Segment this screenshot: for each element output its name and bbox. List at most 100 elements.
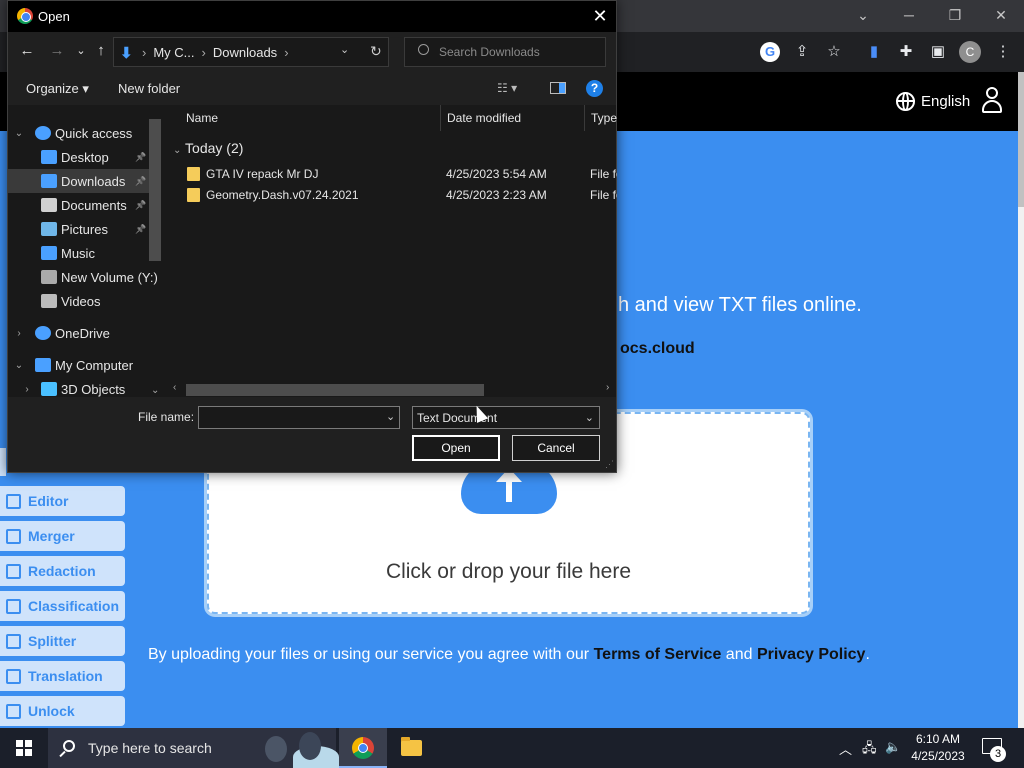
language-switcher[interactable]: English — [896, 87, 970, 115]
nav-item-pictures[interactable]: Pictures 📌 — [8, 217, 150, 241]
chevron-down-icon: ⌄ — [584, 412, 594, 424]
expand-chevron-icon[interactable]: › — [21, 384, 33, 395]
nav-item-onedrive[interactable]: › OneDrive — [8, 321, 150, 345]
tool-button-editor[interactable]: Editor — [0, 486, 125, 516]
open-button[interactable]: Open — [412, 435, 500, 461]
taskbar-search-box[interactable]: Type here to search — [48, 728, 339, 768]
address-dropdown-icon[interactable]: ⌄ — [340, 43, 349, 56]
file-row[interactable]: GTA IV repack Mr DJ 4/25/2023 5:54 AM File… — [181, 164, 617, 184]
column-header-date-modified[interactable]: Date modified — [447, 111, 521, 125]
scrollbar-thumb[interactable] — [1018, 72, 1024, 207]
column-divider[interactable] — [440, 105, 441, 131]
view-options-icon[interactable]: ☷ ▾ — [497, 81, 517, 95]
pin-icon: 📌 — [135, 223, 147, 234]
file-list-pane: Name Date modified Type ⌄ Today (2) GTA … — [165, 105, 617, 397]
horizontal-scrollbar-thumb[interactable] — [186, 384, 484, 396]
new-folder-button[interactable]: New folder — [118, 81, 180, 96]
scroll-down-icon[interactable]: ⌄ — [151, 385, 159, 396]
nav-item-my-computer[interactable]: ⌄ My Computer — [8, 353, 150, 377]
search-input[interactable] — [439, 43, 599, 61]
3d-objects-icon — [41, 382, 57, 396]
bookmark-star-icon[interactable]: ☆ — [824, 42, 844, 62]
file-type-select[interactable]: Text Document ⌄ — [412, 406, 600, 429]
side-panel-icon[interactable]: ▣ — [928, 42, 948, 62]
group-label: Today (2) — [185, 140, 244, 156]
chevron-up-icon[interactable]: ︿ — [839, 739, 852, 758]
google-icon[interactable]: G — [760, 42, 780, 62]
dialog-close-button[interactable]: ✕ — [586, 3, 614, 29]
nav-item-downloads[interactable]: Downloads 📌 — [8, 169, 150, 193]
page-scrollbar[interactable] — [1018, 72, 1024, 728]
help-icon[interactable]: ? — [586, 80, 603, 97]
nav-item-music[interactable]: Music — [8, 241, 150, 265]
nav-item-3d-objects[interactable]: › 3D Objects — [8, 377, 150, 397]
dialog-command-bar: Organize ▾ New folder ☷ ▾ ? — [8, 72, 616, 105]
preview-pane-icon[interactable] — [550, 82, 566, 94]
file-name-dropdown-icon[interactable]: ⌄ — [386, 410, 395, 423]
profile-avatar[interactable]: C — [959, 41, 981, 63]
privacy-policy-link[interactable]: Privacy Policy — [757, 646, 866, 663]
music-icon — [41, 246, 57, 260]
taskbar-file-explorer-button[interactable] — [387, 728, 435, 768]
nav-item-documents[interactable]: Documents 📌 — [8, 193, 150, 217]
tool-button-translation[interactable]: Translation — [0, 661, 125, 691]
extension-docs-icon[interactable]: ▮ — [864, 42, 884, 62]
extensions-puzzle-icon[interactable]: ✚ — [896, 42, 916, 62]
nav-item-videos[interactable]: Videos — [8, 289, 150, 313]
recent-locations-icon[interactable]: ⌄ — [70, 40, 92, 62]
column-header-type[interactable]: Type — [591, 111, 617, 125]
network-icon[interactable]: 🖧 — [862, 739, 877, 761]
forward-arrow-icon[interactable]: → — [46, 40, 68, 62]
resize-grip-icon[interactable]: ⋰ — [605, 459, 614, 470]
nav-item-desktop[interactable]: Desktop 📌 — [8, 145, 150, 169]
address-bar[interactable]: ⬇ › My C... › Downloads › ⌄ ↻ — [113, 37, 389, 67]
tool-button-splitter[interactable]: Splitter — [0, 626, 125, 656]
back-arrow-icon[interactable]: ← — [16, 40, 38, 62]
tool-button-classification[interactable]: Classification — [0, 591, 125, 621]
breadcrumb-downloads[interactable]: Downloads — [213, 45, 277, 60]
tool-button-partial[interactable] — [0, 448, 6, 476]
collapse-chevron-icon[interactable]: ⌄ — [13, 128, 25, 139]
close-window-button[interactable]: ✕ — [978, 0, 1024, 32]
restore-button[interactable]: ❐ — [932, 0, 978, 32]
nav-item-label: OneDrive — [55, 325, 110, 341]
kebab-menu-icon[interactable]: ⋮ — [993, 42, 1013, 62]
column-divider[interactable] — [584, 105, 585, 131]
tool-button-merger[interactable]: Merger — [0, 521, 125, 551]
breadcrumb-my-computer[interactable]: My C... — [153, 45, 194, 60]
share-icon[interactable]: ⇪ — [792, 42, 812, 62]
start-button[interactable] — [0, 728, 48, 768]
expand-chevron-icon[interactable]: › — [13, 328, 25, 339]
drive-icon — [41, 270, 57, 284]
nav-item-quick-access[interactable]: ⌄ Quick access — [8, 121, 150, 145]
scroll-right-icon[interactable]: › — [606, 382, 609, 393]
taskbar-chrome-button[interactable] — [339, 728, 387, 768]
terms-of-service-link[interactable]: Terms of Service — [594, 646, 722, 663]
column-header-name[interactable]: Name — [186, 111, 218, 125]
group-header-today[interactable]: ⌄ Today (2) — [173, 140, 243, 156]
refresh-icon[interactable]: ↻ — [370, 43, 382, 60]
search-box[interactable] — [404, 37, 606, 67]
tool-label: Unlock — [28, 703, 75, 719]
scroll-left-icon[interactable]: ‹ — [173, 382, 176, 393]
organize-button[interactable]: Organize ▾ — [26, 81, 89, 97]
clock[interactable]: 6:10 AM 4/25/2023 — [907, 731, 969, 765]
volume-icon[interactable]: 🔈 — [885, 739, 901, 755]
navigation-pane-scrollbar[interactable] — [149, 119, 161, 261]
desktop-icon — [41, 150, 57, 164]
user-account-icon[interactable] — [981, 87, 1003, 115]
cancel-button[interactable]: Cancel — [512, 435, 600, 461]
up-arrow-icon[interactable]: ↑ — [90, 40, 112, 62]
collapse-chevron-icon[interactable]: ⌄ — [13, 360, 25, 371]
splitter-tool-icon — [6, 633, 21, 649]
tab-search-button[interactable]: ⌄ — [840, 0, 886, 32]
nav-item-new-volume-y[interactable]: New Volume (Y:) — [8, 265, 158, 289]
file-row[interactable]: Geometry.Dash.v07.24.2021 4/25/2023 2:23 … — [181, 185, 617, 205]
drop-zone-text: Click or drop your file here — [385, 560, 632, 583]
minimize-button[interactable]: ─ — [886, 0, 932, 32]
horizontal-scrollbar[interactable]: ‹ › — [165, 381, 616, 397]
tool-button-redaction[interactable]: Redaction — [0, 556, 125, 586]
file-name-input[interactable] — [198, 406, 400, 429]
tool-button-unlock[interactable]: Unlock — [0, 696, 125, 726]
breadcrumb-separator: › — [142, 45, 147, 60]
